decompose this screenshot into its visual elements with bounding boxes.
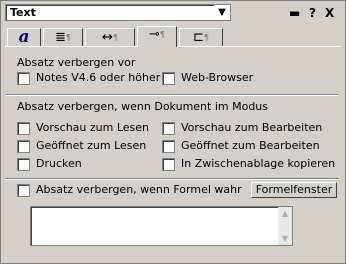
checkbox-open-edit[interactable]	[162, 140, 175, 153]
label-clipboard: In Zwischenablage kopieren	[181, 157, 336, 170]
section-title-hide-mode: Absatz verbergen, wenn Dokument im Modus	[17, 100, 269, 113]
chevron-down-icon[interactable]: ▼	[214, 5, 230, 20]
scroll-down-icon[interactable]: ▼	[278, 232, 292, 245]
label-notes: Notes V4.6 oder höher	[36, 71, 161, 84]
checkbox-web-browser[interactable]	[162, 72, 175, 85]
label-read-preview: Vorschau zum Lesen	[36, 121, 150, 134]
checkbox-read-preview[interactable]	[17, 122, 30, 135]
divider	[5, 94, 339, 96]
margins-icon: ↔¶	[102, 30, 118, 45]
label-web-browser: Web-Browser	[181, 71, 254, 84]
help-icon[interactable]: ?	[309, 6, 316, 20]
checkbox-formula[interactable]	[17, 184, 30, 197]
label-open-read: Geöffnet zum Lesen	[36, 139, 147, 152]
divider	[5, 178, 339, 180]
properties-box: Text ▼ ▬ ? X a ≣¶ ↔¶ ⊸¶ ⊏¶ Absatz verber…	[0, 0, 346, 264]
paragraph-align-icon: ≣¶	[55, 30, 71, 45]
hide-when-icon: ⊸¶	[149, 27, 165, 42]
type-dropdown-value: Text	[10, 6, 36, 19]
tab-hide-when[interactable]: ⊸¶	[137, 26, 177, 47]
checkbox-notes[interactable]	[17, 72, 30, 85]
section-title-hide-from: Absatz verbergen vor	[17, 56, 136, 69]
tab-spacing[interactable]: ↔¶	[85, 28, 135, 46]
formula-window-button[interactable]: Formelfenster	[251, 182, 337, 198]
label-formula: Absatz verbergen, wenn Formel wahr	[36, 183, 242, 196]
checkbox-clipboard[interactable]	[162, 158, 175, 171]
tab-paragraph[interactable]: ≣¶	[43, 28, 83, 46]
tab-field-style[interactable]: ⊏¶	[179, 28, 223, 46]
checkbox-edit-preview[interactable]	[162, 122, 175, 135]
font-icon: a	[18, 27, 30, 47]
tab-strip: a ≣¶ ↔¶ ⊸¶ ⊏¶	[7, 26, 341, 47]
close-icon[interactable]: X	[325, 6, 334, 20]
checkbox-print[interactable]	[17, 158, 30, 171]
formula-input[interactable]: ▲ ▼	[30, 206, 293, 246]
formula-scrollbar[interactable]: ▲ ▼	[278, 207, 292, 245]
field-style-icon: ⊏¶	[193, 30, 209, 45]
type-dropdown[interactable]: Text ▼	[5, 4, 231, 21]
properties-icon[interactable]: ▬	[289, 6, 303, 20]
label-open-edit: Geöffnet zum Bearbeiten	[181, 139, 320, 152]
label-edit-preview: Vorschau zum Bearbeiten	[181, 121, 323, 134]
label-print: Drucken	[36, 157, 82, 170]
checkbox-open-read[interactable]	[17, 140, 30, 153]
scroll-up-icon[interactable]: ▲	[278, 207, 292, 220]
tab-font[interactable]: a	[7, 28, 41, 46]
